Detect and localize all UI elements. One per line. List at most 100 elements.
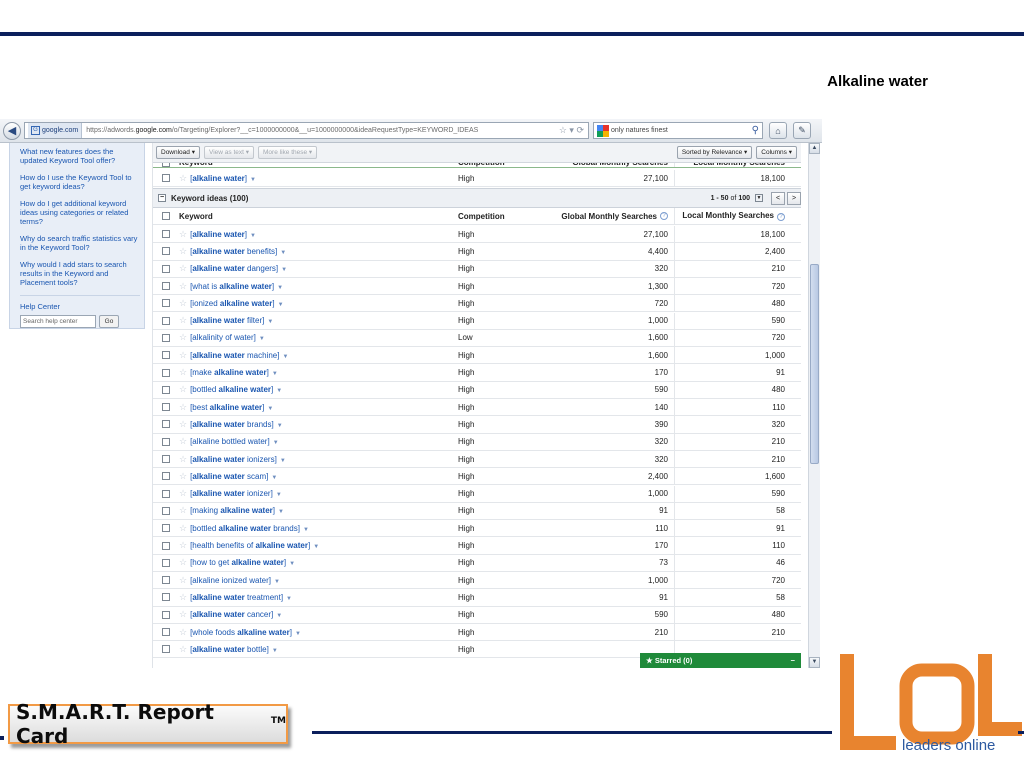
chevron-down-icon[interactable]: ▼ <box>267 406 273 412</box>
keyword-link[interactable]: [alkaline water ionizer] <box>190 489 273 498</box>
collapse-icon[interactable]: − <box>158 194 166 202</box>
row-checkbox[interactable] <box>162 558 170 567</box>
star-icon[interactable]: ☆ <box>179 454 187 464</box>
star-icon[interactable]: ☆ <box>179 488 187 498</box>
keyword-link[interactable]: [alkaline water cancer] <box>190 610 273 619</box>
row-checkbox[interactable] <box>162 593 170 602</box>
chevron-down-icon[interactable]: ▼ <box>282 354 288 360</box>
help-search-input[interactable]: Search help center <box>20 315 96 328</box>
chevron-down-icon[interactable]: ▼ <box>277 285 283 291</box>
star-icon[interactable]: ☆ <box>179 557 187 567</box>
row-checkbox[interactable] <box>162 610 170 619</box>
chevron-down-icon[interactable]: ▼ <box>313 544 319 550</box>
star-icon[interactable]: ☆ <box>179 523 187 533</box>
chevron-down-icon[interactable]: ▼ <box>276 388 282 394</box>
keyword-link[interactable]: [ionized alkaline water] <box>190 299 275 308</box>
chevron-down-icon[interactable]: ▼ <box>250 233 256 239</box>
keyword-link[interactable]: [what is alkaline water] <box>190 282 274 291</box>
chevron-down-icon[interactable]: ▼ <box>289 561 295 567</box>
star-icon[interactable]: ☆ <box>179 575 187 585</box>
help-link-additional-ideas[interactable]: How do I get additional keyword ideas us… <box>20 199 144 226</box>
keyword-link[interactable]: [alkaline water] <box>190 174 247 183</box>
chevron-down-icon[interactable]: ▼ <box>274 579 280 585</box>
select-all-checkbox[interactable] <box>162 163 170 167</box>
chevron-down-icon[interactable]: ▼ <box>250 177 256 183</box>
browser-search-field[interactable]: only natures finest ⚲ <box>593 122 763 139</box>
star-icon[interactable]: ☆ <box>179 263 187 273</box>
bookmark-star-icon[interactable]: ☆ ▾ ⟳ <box>559 125 584 136</box>
keyword-link[interactable]: [alkaline bottled water] <box>190 437 270 446</box>
row-checkbox[interactable] <box>162 282 170 291</box>
chevron-down-icon[interactable]: ▼ <box>280 458 286 464</box>
row-checkbox[interactable] <box>162 403 170 412</box>
help-link-add-stars[interactable]: Why would I add stars to search results … <box>20 260 144 287</box>
chevron-down-icon[interactable]: ▼ <box>295 631 301 637</box>
row-checkbox[interactable] <box>162 230 170 239</box>
row-checkbox[interactable] <box>162 316 170 325</box>
starred-panel[interactable]: ★ Starred (0) − <box>640 653 801 668</box>
keyword-link[interactable]: [alkaline water brands] <box>190 420 274 429</box>
help-center-link[interactable]: Help Center <box>20 302 144 311</box>
site-identity[interactable]: G google.com <box>28 123 83 138</box>
select-all-ideas-checkbox[interactable] <box>162 212 170 221</box>
keyword-link[interactable]: [alkaline water treatment] <box>190 593 283 602</box>
help-go-button[interactable]: Go <box>99 315 119 328</box>
keyword-link[interactable]: [alkaline ionized water] <box>190 576 271 585</box>
keyword-link[interactable]: [bottled alkaline water brands] <box>190 524 300 533</box>
row-checkbox[interactable] <box>162 174 170 183</box>
columns-dropdown[interactable]: Columns ▾ <box>756 146 797 159</box>
keyword-link[interactable]: [alkaline water ionizers] <box>190 455 277 464</box>
star-icon[interactable]: ☆ <box>179 229 187 239</box>
row-checkbox[interactable] <box>162 524 170 533</box>
vertical-scrollbar[interactable]: ▲ ▼ <box>808 143 820 668</box>
star-icon[interactable]: ☆ <box>179 402 187 412</box>
local-column-header[interactable]: Local Monthly Searches? <box>675 211 791 222</box>
row-checkbox[interactable] <box>162 385 170 394</box>
more-like-these-button[interactable]: More like these ▾ <box>258 146 318 159</box>
row-checkbox[interactable] <box>162 628 170 637</box>
star-icon[interactable]: ☆ <box>179 609 187 619</box>
chevron-down-icon[interactable]: ▼ <box>267 319 273 325</box>
row-checkbox[interactable] <box>162 455 170 464</box>
star-icon[interactable]: ☆ <box>179 471 187 481</box>
download-button[interactable]: Download ▾ <box>156 146 200 159</box>
search-icon[interactable]: ⚲ <box>752 125 759 136</box>
home-icon[interactable]: ⌂ <box>769 122 787 139</box>
row-checkbox[interactable] <box>162 351 170 360</box>
scroll-down-icon[interactable]: ▼ <box>809 657 820 668</box>
chevron-down-icon[interactable]: ▼ <box>259 336 265 342</box>
help-link-new-features[interactable]: What new features does the updated Keywo… <box>20 147 144 165</box>
star-icon[interactable]: ☆ <box>179 350 187 360</box>
chevron-down-icon[interactable]: ▼ <box>286 596 292 602</box>
keyword-link[interactable]: [alkaline water dangers] <box>190 264 278 273</box>
help-icon[interactable]: ? <box>660 212 668 221</box>
back-arrow-icon[interactable]: ◀ <box>3 121 21 140</box>
previous-page-button[interactable]: < <box>771 191 785 205</box>
row-checkbox[interactable] <box>162 506 170 515</box>
chevron-down-icon[interactable]: ▼ <box>278 509 284 515</box>
chevron-down-icon[interactable]: ▼ <box>272 371 278 377</box>
chevron-down-icon[interactable]: ▼ <box>276 613 282 619</box>
row-checkbox[interactable] <box>162 299 170 308</box>
star-icon[interactable]: ☆ <box>179 281 187 291</box>
scroll-thumb[interactable] <box>810 264 819 464</box>
chevron-down-icon[interactable]: ▼ <box>273 440 279 446</box>
url-field[interactable]: G google.com https://adwords.google.com/… <box>24 122 589 139</box>
page-size-dropdown-icon[interactable]: ▼ <box>755 194 763 202</box>
chevron-down-icon[interactable]: ▼ <box>272 648 278 654</box>
keyword-column-header[interactable]: Keyword <box>179 212 455 221</box>
keyword-link[interactable]: [whole foods alkaline water] <box>190 628 292 637</box>
help-link-use-tool[interactable]: How do I use the Keyword Tool to get key… <box>20 173 144 191</box>
addons-icon[interactable]: ✎ <box>793 122 811 139</box>
chevron-down-icon[interactable]: ▼ <box>278 302 284 308</box>
chevron-down-icon[interactable]: ▼ <box>277 423 283 429</box>
google-search-engine-icon[interactable] <box>597 124 609 137</box>
star-icon[interactable]: ☆ <box>179 298 187 308</box>
row-checkbox[interactable] <box>162 489 170 498</box>
next-page-button[interactable]: > <box>787 191 801 205</box>
keyword-link[interactable]: [alkaline water benefits] <box>190 247 277 256</box>
star-icon[interactable]: ☆ <box>179 505 187 515</box>
chevron-down-icon[interactable]: ▼ <box>280 250 286 256</box>
star-icon[interactable]: ☆ <box>179 592 187 602</box>
star-icon[interactable]: ☆ <box>179 644 187 654</box>
